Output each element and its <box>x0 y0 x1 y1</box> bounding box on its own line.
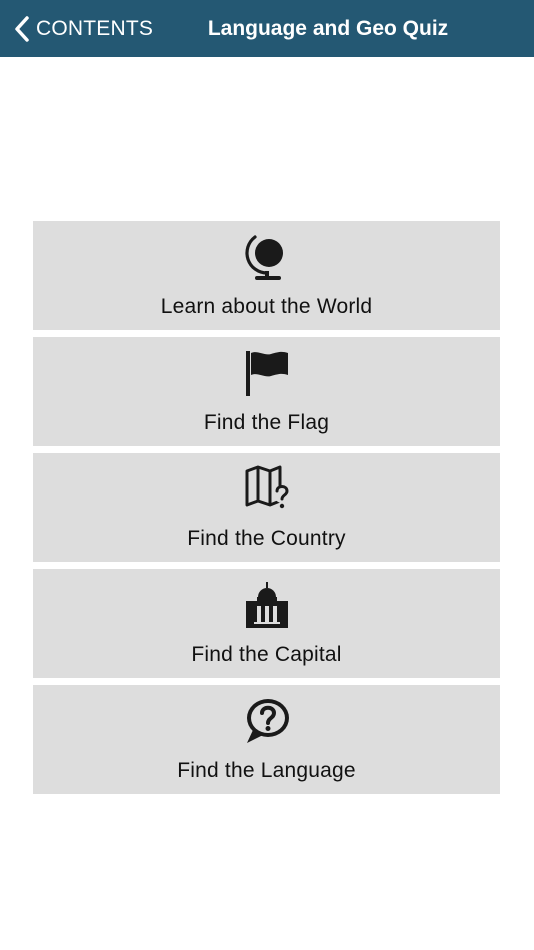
globe-icon <box>244 235 283 280</box>
menu-item-learn-about-world[interactable]: Learn about the World <box>33 221 500 330</box>
menu-item-label: Find the Country <box>187 527 346 550</box>
menu-item-find-flag[interactable]: Find the Flag <box>33 337 500 446</box>
menu-item-find-language[interactable]: Find the Language <box>33 685 500 794</box>
menu-item-label: Learn about the World <box>160 295 373 318</box>
capitol-building-icon <box>245 582 288 628</box>
quiz-menu: Learn about the World Find the Flag Find… <box>33 221 500 801</box>
contents-back-button[interactable]: CONTENTS <box>14 0 153 57</box>
navigation-bar: CONTENTS Language and Geo Quiz <box>0 0 534 57</box>
back-button-label: CONTENTS <box>36 16 154 40</box>
menu-item-label: Find the Capital <box>191 643 342 666</box>
menu-item-find-capital[interactable]: Find the Capital <box>33 569 500 678</box>
menu-item-label: Find the Language <box>177 759 356 782</box>
chevron-left-icon <box>15 15 29 42</box>
speech-bubble-question-icon <box>246 699 289 743</box>
page-title: Language and Geo Quiz <box>207 17 449 40</box>
menu-item-label: Find the Flag <box>203 411 330 434</box>
map-question-icon <box>245 465 290 509</box>
menu-item-find-country[interactable]: Find the Country <box>33 453 500 562</box>
flag-icon <box>245 351 288 396</box>
